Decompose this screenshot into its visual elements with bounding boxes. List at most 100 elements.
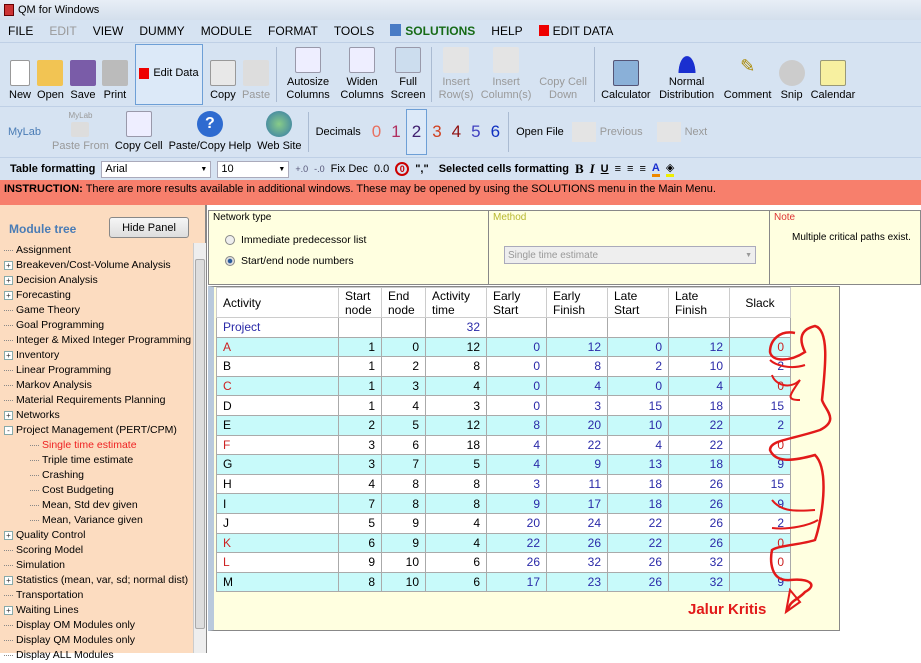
italic-button[interactable]: I xyxy=(590,161,595,177)
paste-button[interactable]: Paste xyxy=(239,43,273,106)
table-cell[interactable]: 1 xyxy=(338,395,382,416)
radio-start-end-nodes[interactable]: Start/end node numbers xyxy=(225,255,354,267)
activity-name-cell[interactable]: E xyxy=(216,414,339,436)
decimals-option-2[interactable]: 2 xyxy=(405,109,428,155)
tree-item[interactable]: + Networks xyxy=(4,408,192,423)
table-cell[interactable]: 1 xyxy=(338,336,382,358)
tree-item[interactable]: Game Theory xyxy=(4,303,192,318)
table-cell[interactable]: 26 xyxy=(607,552,669,573)
tree-item[interactable]: Markov Analysis xyxy=(4,378,192,393)
zero-format-button[interactable]: 0.0 xyxy=(374,163,389,175)
web-site-button[interactable]: Web Site xyxy=(254,107,304,157)
activity-name-cell[interactable]: J xyxy=(216,512,339,534)
table-cell[interactable]: 10 xyxy=(381,552,426,573)
calendar-button[interactable]: Calendar xyxy=(808,43,859,106)
table-cell[interactable]: 22 xyxy=(668,434,730,456)
table-cell[interactable]: 2 xyxy=(729,414,791,436)
comma-button[interactable]: "," xyxy=(415,163,429,175)
fill-color-icon[interactable]: ◈ xyxy=(665,161,675,177)
table-cell[interactable] xyxy=(729,317,791,338)
table-cell[interactable]: 32 xyxy=(668,552,730,573)
paste-from-button[interactable]: MyLab Paste From xyxy=(49,107,112,157)
previous-button[interactable]: Previous xyxy=(571,122,643,142)
table-cell[interactable]: 8 xyxy=(425,356,487,377)
widen-columns-button[interactable]: Widen Columns xyxy=(336,43,388,106)
table-cell[interactable]: 9 xyxy=(729,493,791,514)
table-cell[interactable]: 4 xyxy=(425,375,487,397)
hide-panel-button[interactable]: Hide Panel xyxy=(109,217,189,238)
table-cell[interactable]: 26 xyxy=(668,493,730,514)
tree-item[interactable]: Goal Programming xyxy=(4,318,192,333)
table-cell[interactable]: 5 xyxy=(381,414,426,436)
table-cell[interactable]: 0 xyxy=(486,336,547,358)
table-cell[interactable]: 0 xyxy=(486,395,547,416)
font-color-icon[interactable]: A xyxy=(651,162,660,177)
table-cell[interactable]: Project xyxy=(216,317,339,338)
table-cell[interactable]: 18 xyxy=(607,493,669,514)
new-button[interactable]: New xyxy=(6,43,34,106)
table-cell[interactable]: 0 xyxy=(607,375,669,397)
align-left-icon[interactable]: ≡ xyxy=(615,163,621,175)
menu-module[interactable]: MODULE xyxy=(201,24,252,38)
table-cell[interactable]: 0 xyxy=(486,356,547,377)
copy-cell-button[interactable]: Copy Cell xyxy=(112,107,166,157)
table-cell[interactable]: 17 xyxy=(546,493,608,514)
table-cell[interactable]: 3 xyxy=(546,395,608,416)
open-button[interactable]: Open xyxy=(34,43,67,106)
table-cell[interactable]: 6 xyxy=(381,434,426,456)
menu-edit-data[interactable]: EDIT DATA xyxy=(538,24,613,38)
decimals-option-3[interactable]: 3 xyxy=(427,118,446,146)
expand-icon[interactable]: + xyxy=(4,261,13,270)
activity-name-cell[interactable]: C xyxy=(216,375,339,397)
expand-icon[interactable]: + xyxy=(4,531,13,540)
normal-distribution-button[interactable]: Normal Distribution xyxy=(654,43,720,106)
table-cell[interactable]: 12 xyxy=(668,336,730,358)
scrollbar-thumb[interactable] xyxy=(195,259,205,629)
table-cell[interactable] xyxy=(381,317,426,338)
table-cell[interactable]: 26 xyxy=(668,473,730,495)
table-cell[interactable]: 10 xyxy=(607,414,669,436)
table-cell[interactable]: 12 xyxy=(425,414,487,436)
tree-item[interactable]: + Waiting Lines xyxy=(4,603,192,618)
table-cell[interactable]: 4 xyxy=(607,434,669,456)
tree-item[interactable]: Triple time estimate xyxy=(4,453,192,468)
table-cell[interactable]: 22 xyxy=(607,532,669,554)
comment-button[interactable]: ✎ Comment xyxy=(720,43,776,106)
table-cell[interactable]: 26 xyxy=(668,532,730,554)
tree-item[interactable]: Mean, Variance given xyxy=(4,513,192,528)
table-cell[interactable]: 4 xyxy=(486,454,547,475)
menu-dummy[interactable]: DUMMY xyxy=(139,24,184,38)
menu-solutions[interactable]: SOLUTIONS xyxy=(390,24,475,38)
table-cell[interactable]: 6 xyxy=(425,571,487,593)
table-cell[interactable]: 15 xyxy=(729,473,791,495)
table-cell[interactable]: 18 xyxy=(668,454,730,475)
activity-name-cell[interactable]: A xyxy=(216,336,339,358)
activity-name-cell[interactable]: K xyxy=(216,532,339,554)
menu-help[interactable]: HELP xyxy=(491,24,522,38)
table-cell[interactable]: 8 xyxy=(381,473,426,495)
table-cell[interactable]: 1 xyxy=(338,375,382,397)
table-cell[interactable]: 4 xyxy=(338,473,382,495)
next-button[interactable]: Next xyxy=(656,122,707,142)
table-cell[interactable]: 7 xyxy=(338,493,382,514)
table-cell[interactable]: 32 xyxy=(668,571,730,593)
module-tree-scrollbar[interactable] xyxy=(193,243,206,653)
table-cell[interactable]: 8 xyxy=(486,414,547,436)
table-cell[interactable]: 9 xyxy=(338,552,382,573)
zero-display-icon[interactable]: 0 xyxy=(395,162,410,176)
table-cell[interactable]: 0 xyxy=(729,552,791,573)
tree-item[interactable]: Display ALL Modules xyxy=(4,648,192,663)
expand-icon[interactable]: + xyxy=(4,351,13,360)
table-cell[interactable]: 2 xyxy=(729,512,791,534)
copy-cell-down-button[interactable]: Copy Cell Down xyxy=(535,43,591,106)
expand-icon[interactable]: + xyxy=(4,576,13,585)
tree-item[interactable]: Single time estimate xyxy=(4,438,192,453)
menu-file[interactable]: FILE xyxy=(8,24,33,38)
decimals-option-0[interactable]: 0 xyxy=(367,118,386,146)
align-right-icon[interactable]: ≡ xyxy=(639,163,645,175)
collapse-icon[interactable]: - xyxy=(4,426,13,435)
tree-item[interactable]: Crashing xyxy=(4,468,192,483)
table-cell[interactable]: 1 xyxy=(338,356,382,377)
activity-name-cell[interactable]: H xyxy=(216,473,339,495)
table-cell[interactable]: 26 xyxy=(546,532,608,554)
